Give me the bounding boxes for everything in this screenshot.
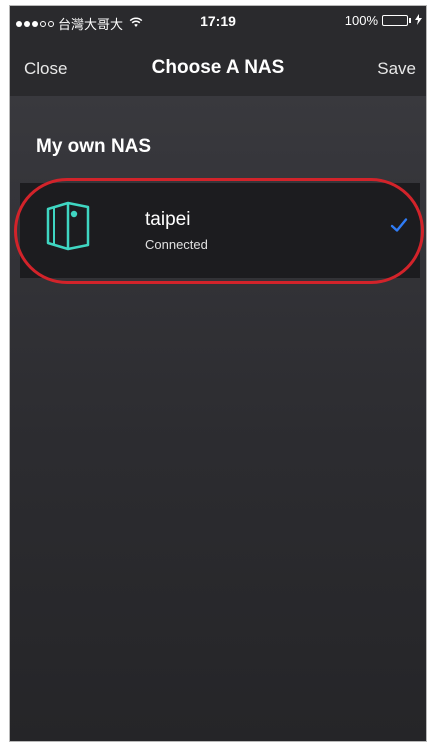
battery-percentage: 100% [344,13,378,28]
status-bar: 台灣大哥大 17:19 100% [10,6,426,38]
checkmark-icon [390,217,408,233]
nas-name: taipei [145,209,191,230]
nas-status: Connected [145,237,208,252]
status-right: 100% [345,13,422,28]
navigation-bar: Close Choose A NAS Save [10,38,426,96]
section-header: My own NAS [36,136,152,157]
charging-icon [415,13,422,28]
nas-list-item[interactable]: taipei Connected [20,183,420,278]
close-button[interactable]: Close [24,59,67,79]
nas-device-icon [40,197,98,255]
save-button[interactable]: Save [377,59,416,79]
battery-icon [382,15,408,26]
page-title: Choose A NAS [151,57,285,78]
phone-screen: 台灣大哥大 17:19 100% Close Choose A NAS Save… [9,5,427,742]
battery-tip [409,18,411,23]
